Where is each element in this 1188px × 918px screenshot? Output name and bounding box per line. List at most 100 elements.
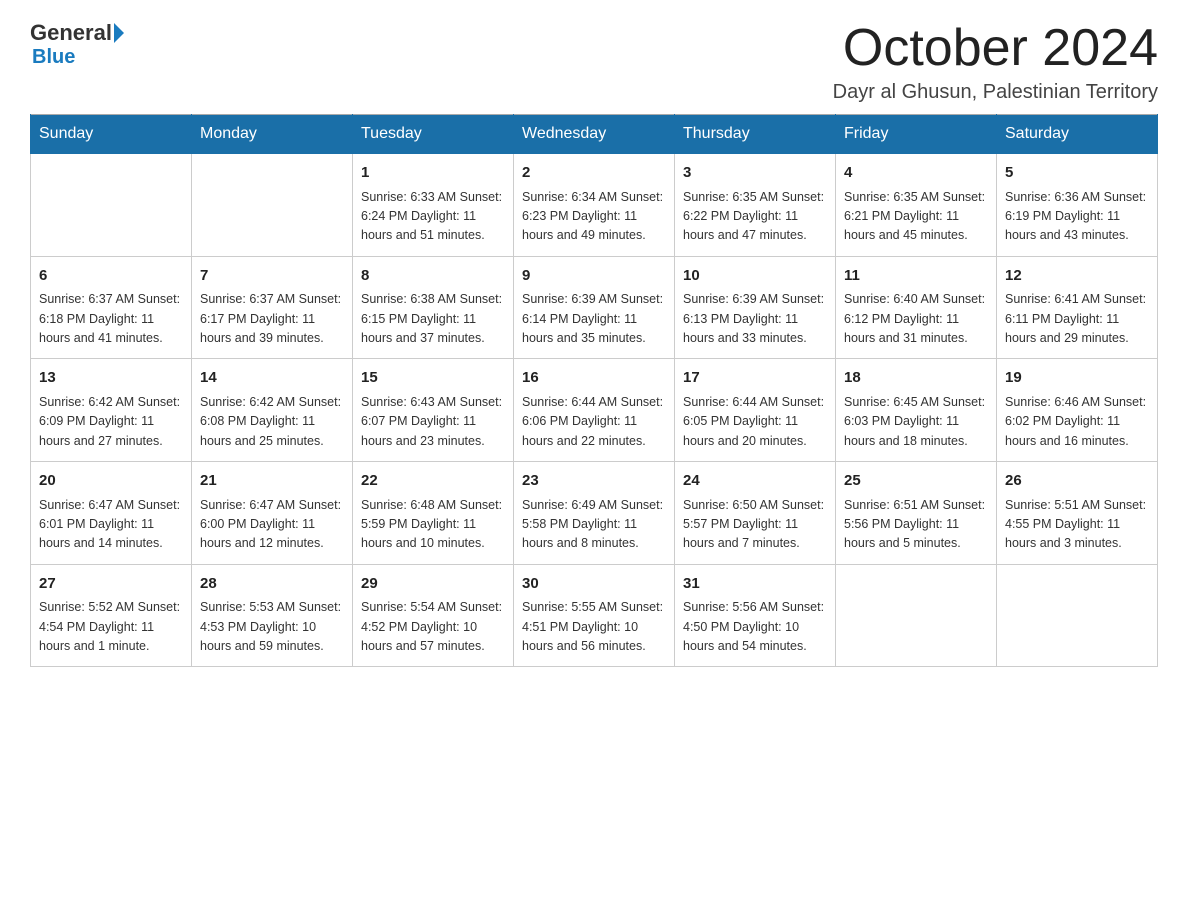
calendar-header-row: SundayMondayTuesdayWednesdayThursdayFrid…: [31, 115, 1158, 154]
day-number: 12: [1005, 265, 1149, 288]
day-info: Sunrise: 5:52 AM Sunset: 4:54 PM Dayligh…: [39, 598, 183, 656]
day-number: 21: [200, 470, 344, 493]
calendar-cell: 18 Sunrise: 6:45 AM Sunset: 6:03 PM Dayli…: [836, 359, 997, 462]
day-number: 31: [683, 573, 827, 596]
day-number: 28: [200, 573, 344, 596]
day-number: 10: [683, 265, 827, 288]
calendar-cell: [192, 154, 353, 257]
calendar-cell: [31, 154, 192, 257]
day-info: Sunrise: 5:54 AM Sunset: 4:52 PM Dayligh…: [361, 598, 505, 656]
calendar-cell: 19Sunrise: 6:46 AM Sunset: 6:02 PM Dayli…: [997, 359, 1158, 462]
calendar-cell: 14 Sunrise: 6:42 AM Sunset: 6:08 PM Dayli…: [192, 359, 353, 462]
day-info: Sunrise: 6:39 AM Sunset: 6:13 PM Dayligh…: [683, 290, 827, 348]
calendar-cell: 10Sunrise: 6:39 AM Sunset: 6:13 PM Dayli…: [675, 256, 836, 359]
calendar-cell: 5 Sunrise: 6:36 AM Sunset: 6:19 PM Daylig…: [997, 154, 1158, 257]
calendar-cell: 16Sunrise: 6:44 AM Sunset: 6:06 PM Dayli…: [514, 359, 675, 462]
calendar-cell: 31Sunrise: 5:56 AM Sunset: 4:50 PM Dayli…: [675, 564, 836, 667]
calendar-week-row: 27Sunrise: 5:52 AM Sunset: 4:54 PM Dayli…: [31, 564, 1158, 667]
logo-blue-text: Blue: [32, 46, 75, 69]
day-info: Sunrise: 6:45 AM Sunset: 6:03 PM Dayligh…: [844, 393, 988, 451]
day-info: Sunrise: 6:49 AM Sunset: 5:58 PM Dayligh…: [522, 496, 666, 554]
calendar-cell: 17Sunrise: 6:44 AM Sunset: 6:05 PM Dayli…: [675, 359, 836, 462]
weekday-header-friday: Friday: [836, 115, 997, 154]
title-section: October 2024 Dayr al Ghusun, Palestinian…: [833, 20, 1158, 104]
day-number: 16: [522, 367, 666, 390]
weekday-header-saturday: Saturday: [997, 115, 1158, 154]
day-number: 23: [522, 470, 666, 493]
day-info: Sunrise: 6:33 AM Sunset: 6:24 PM Dayligh…: [361, 188, 505, 246]
day-number: 30: [522, 573, 666, 596]
calendar-cell: 25 Sunrise: 6:51 AM Sunset: 5:56 PM Dayli…: [836, 462, 997, 565]
day-number: 20: [39, 470, 183, 493]
day-number: 29: [361, 573, 505, 596]
day-number: 6: [39, 265, 183, 288]
calendar-cell: 28Sunrise: 5:53 AM Sunset: 4:53 PM Dayli…: [192, 564, 353, 667]
weekday-header-wednesday: Wednesday: [514, 115, 675, 154]
location-subtitle: Dayr al Ghusun, Palestinian Territory: [833, 81, 1158, 104]
day-info: Sunrise: 6:34 AM Sunset: 6:23 PM Dayligh…: [522, 188, 666, 246]
calendar-cell: 24 Sunrise: 6:50 AM Sunset: 5:57 PM Dayli…: [675, 462, 836, 565]
day-number: 4: [844, 162, 988, 185]
day-info: Sunrise: 6:50 AM Sunset: 5:57 PM Dayligh…: [683, 496, 827, 554]
day-number: 24: [683, 470, 827, 493]
calendar-cell: [997, 564, 1158, 667]
day-info: Sunrise: 6:46 AM Sunset: 6:02 PM Dayligh…: [1005, 393, 1149, 451]
calendar-cell: 7Sunrise: 6:37 AM Sunset: 6:17 PM Daylig…: [192, 256, 353, 359]
day-info: Sunrise: 6:37 AM Sunset: 6:17 PM Dayligh…: [200, 290, 344, 348]
calendar-cell: 22 Sunrise: 6:48 AM Sunset: 5:59 PM Dayli…: [353, 462, 514, 565]
calendar-cell: 29Sunrise: 5:54 AM Sunset: 4:52 PM Dayli…: [353, 564, 514, 667]
day-number: 17: [683, 367, 827, 390]
calendar-cell: 20Sunrise: 6:47 AM Sunset: 6:01 PM Dayli…: [31, 462, 192, 565]
day-info: Sunrise: 6:41 AM Sunset: 6:11 PM Dayligh…: [1005, 290, 1149, 348]
day-number: 8: [361, 265, 505, 288]
weekday-header-thursday: Thursday: [675, 115, 836, 154]
calendar-cell: 8Sunrise: 6:38 AM Sunset: 6:15 PM Daylig…: [353, 256, 514, 359]
calendar-cell: 1 Sunrise: 6:33 AM Sunset: 6:24 PM Daylig…: [353, 154, 514, 257]
calendar-cell: 13 Sunrise: 6:42 AM Sunset: 6:09 PM Dayli…: [31, 359, 192, 462]
day-number: 18: [844, 367, 988, 390]
day-info: Sunrise: 6:48 AM Sunset: 5:59 PM Dayligh…: [361, 496, 505, 554]
day-info: Sunrise: 6:42 AM Sunset: 6:08 PM Dayligh…: [200, 393, 344, 451]
day-number: 15: [361, 367, 505, 390]
day-info: Sunrise: 6:35 AM Sunset: 6:22 PM Dayligh…: [683, 188, 827, 246]
day-number: 27: [39, 573, 183, 596]
calendar-table: SundayMondayTuesdayWednesdayThursdayFrid…: [30, 114, 1158, 667]
day-info: Sunrise: 6:47 AM Sunset: 6:00 PM Dayligh…: [200, 496, 344, 554]
logo-general: General: [30, 20, 112, 46]
calendar-week-row: 1 Sunrise: 6:33 AM Sunset: 6:24 PM Daylig…: [31, 154, 1158, 257]
calendar-cell: 4 Sunrise: 6:35 AM Sunset: 6:21 PM Daylig…: [836, 154, 997, 257]
day-number: 2: [522, 162, 666, 185]
day-info: Sunrise: 5:56 AM Sunset: 4:50 PM Dayligh…: [683, 598, 827, 656]
month-year-title: October 2024: [833, 20, 1158, 77]
day-number: 9: [522, 265, 666, 288]
day-number: 25: [844, 470, 988, 493]
calendar-week-row: 20Sunrise: 6:47 AM Sunset: 6:01 PM Dayli…: [31, 462, 1158, 565]
day-info: Sunrise: 6:35 AM Sunset: 6:21 PM Dayligh…: [844, 188, 988, 246]
day-info: Sunrise: 6:37 AM Sunset: 6:18 PM Dayligh…: [39, 290, 183, 348]
calendar-cell: 21 Sunrise: 6:47 AM Sunset: 6:00 PM Dayli…: [192, 462, 353, 565]
day-number: 1: [361, 162, 505, 185]
calendar-cell: 2 Sunrise: 6:34 AM Sunset: 6:23 PM Daylig…: [514, 154, 675, 257]
calendar-week-row: 13 Sunrise: 6:42 AM Sunset: 6:09 PM Dayli…: [31, 359, 1158, 462]
weekday-header-tuesday: Tuesday: [353, 115, 514, 154]
day-info: Sunrise: 6:42 AM Sunset: 6:09 PM Dayligh…: [39, 393, 183, 451]
page-header: General Blue October 2024 Dayr al Ghusun…: [30, 20, 1158, 104]
day-number: 22: [361, 470, 505, 493]
day-number: 3: [683, 162, 827, 185]
calendar-week-row: 6Sunrise: 6:37 AM Sunset: 6:18 PM Daylig…: [31, 256, 1158, 359]
calendar-cell: 26Sunrise: 5:51 AM Sunset: 4:55 PM Dayli…: [997, 462, 1158, 565]
calendar-cell: 12Sunrise: 6:41 AM Sunset: 6:11 PM Dayli…: [997, 256, 1158, 359]
day-number: 14: [200, 367, 344, 390]
day-number: 11: [844, 265, 988, 288]
day-info: Sunrise: 6:40 AM Sunset: 6:12 PM Dayligh…: [844, 290, 988, 348]
calendar-cell: 15Sunrise: 6:43 AM Sunset: 6:07 PM Dayli…: [353, 359, 514, 462]
calendar-cell: 30Sunrise: 5:55 AM Sunset: 4:51 PM Dayli…: [514, 564, 675, 667]
day-info: Sunrise: 6:36 AM Sunset: 6:19 PM Dayligh…: [1005, 188, 1149, 246]
calendar-cell: [836, 564, 997, 667]
day-info: Sunrise: 6:51 AM Sunset: 5:56 PM Dayligh…: [844, 496, 988, 554]
day-number: 13: [39, 367, 183, 390]
day-info: Sunrise: 5:51 AM Sunset: 4:55 PM Dayligh…: [1005, 496, 1149, 554]
calendar-cell: 9Sunrise: 6:39 AM Sunset: 6:14 PM Daylig…: [514, 256, 675, 359]
day-number: 5: [1005, 162, 1149, 185]
day-info: Sunrise: 5:55 AM Sunset: 4:51 PM Dayligh…: [522, 598, 666, 656]
